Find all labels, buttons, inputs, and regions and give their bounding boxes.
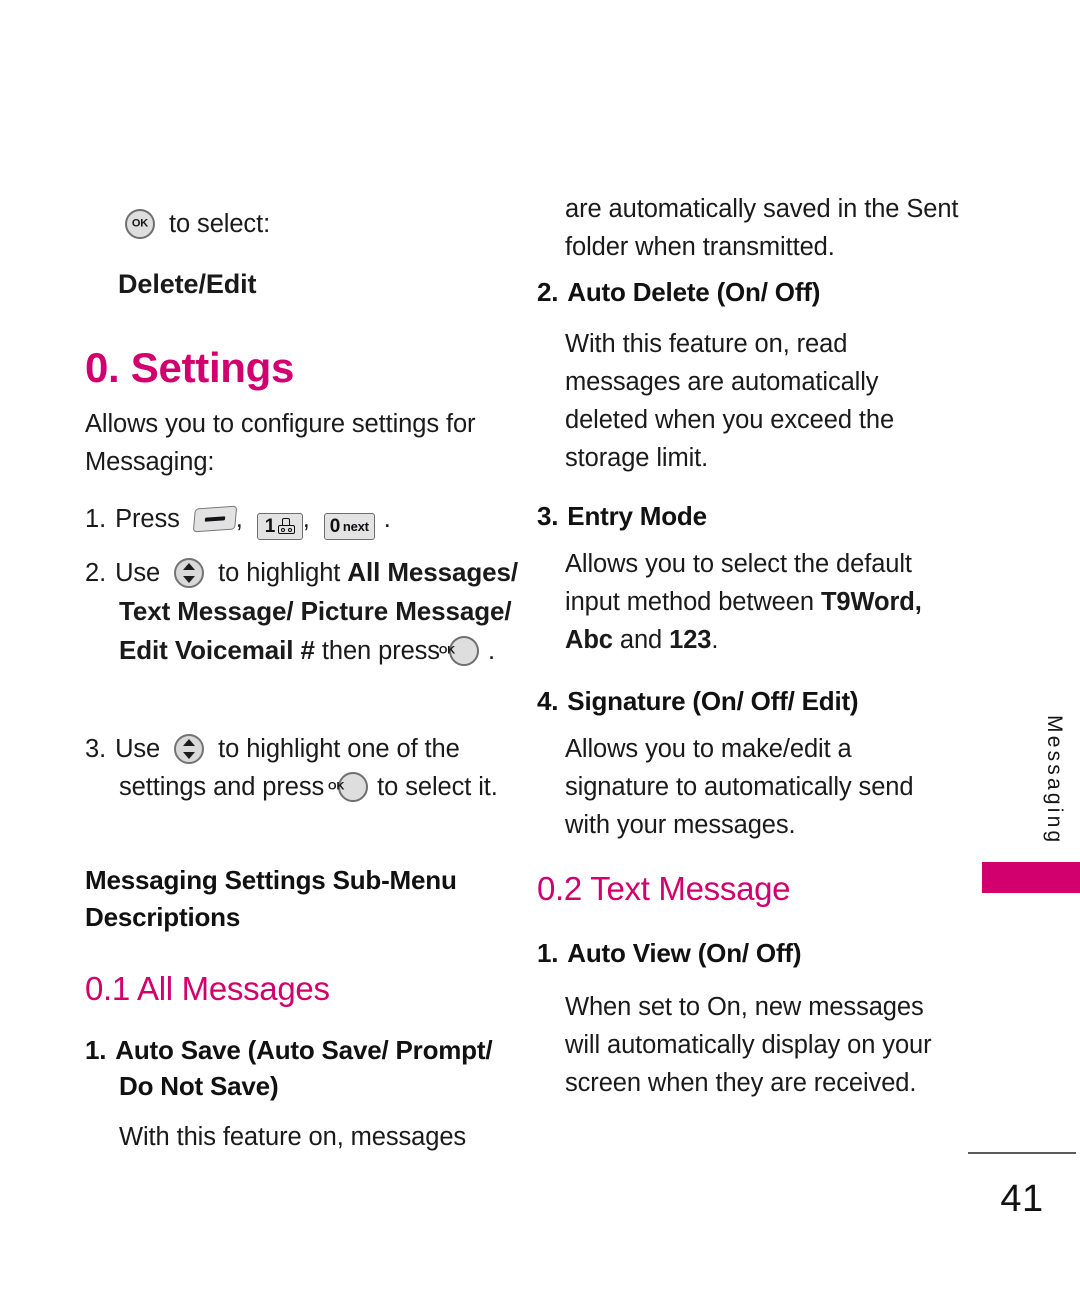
navigation-key-icon (174, 558, 205, 588)
item-3-body: Allows you to select the default input m… (565, 545, 965, 659)
item-5-title-row: 1. Auto View (On/ Off) (537, 935, 971, 971)
navigation-key-icon (174, 734, 205, 764)
step-2: 2. Use to highlight All Messages/ Text Mes… (85, 553, 539, 670)
step-2-period: . (487, 637, 495, 665)
key-0-next-icon: 0 next (323, 513, 375, 540)
item-5-title: Auto View (On/ Off) (567, 938, 802, 968)
key-0-label: next (342, 519, 369, 534)
item-1-number: 1. (85, 1035, 107, 1065)
key-1-digit: 1 (264, 516, 276, 537)
ok-key-icon (125, 209, 155, 239)
step-2-tail: then press (321, 637, 440, 665)
item-3-number: 3. (537, 501, 559, 531)
item-1-body: With this feature on, messages (119, 1123, 467, 1151)
voicemail-tape-icon (277, 518, 295, 535)
key-1-voicemail-icon: 1 (256, 513, 303, 540)
delete-edit-label: Delete/Edit (118, 269, 257, 299)
intro-select-line: to select: (125, 205, 505, 243)
item-3-bold-2: 123 (669, 626, 712, 654)
step-3: 3. Use to highlight one of the settings an… (85, 730, 509, 806)
item-4-number: 4. (537, 686, 559, 716)
item-3-body-mid: and (619, 626, 663, 654)
item-2-title-row: 2. Auto Delete (On/ Off) (537, 274, 971, 310)
step-3-tail: to select it. (377, 773, 498, 801)
step-1-number: 1. (85, 505, 107, 533)
item-3-title: Entry Mode (567, 501, 707, 531)
item-4-title-row: 4. Signature (On/ Off/ Edit) (537, 683, 971, 719)
footer-rule (968, 1152, 1076, 1154)
item-4-body: Allows you to make/edit a signature to a… (565, 735, 914, 839)
step-2-mid: to highlight (218, 559, 341, 587)
step-1-lead: Press (115, 505, 180, 533)
side-tab-marker (982, 862, 1080, 893)
side-tab-label: Messaging (1043, 715, 1066, 846)
item-3-body-end: . (711, 626, 719, 654)
left-soft-key-icon (192, 505, 238, 533)
item-2-number: 2. (537, 277, 559, 307)
key-0-digit: 0 (329, 516, 341, 537)
ok-key-icon (448, 636, 479, 666)
item-1-title: Auto Save (Auto Save/ Prompt/ Do Not Sav… (115, 1035, 493, 1101)
section-heading-settings: 0. Settings (85, 344, 295, 391)
item-5-number: 1. (537, 938, 559, 968)
item-2-body: With this feature on, read messages are … (565, 330, 895, 472)
step-1-comma-2: , (302, 505, 310, 533)
step-3-number: 3. (85, 735, 107, 763)
item-3-title-row: 3. Entry Mode (537, 498, 971, 534)
step-1-period: . (383, 505, 391, 533)
section-intro-text: Allows you to configure settings for Mes… (85, 410, 476, 476)
item-5-body: When set to On, new messages will automa… (565, 993, 932, 1097)
page-number: 41 (1000, 1178, 1044, 1220)
continuation-text: are automatically saved in the Sent fold… (565, 195, 959, 261)
intro-select-text: to select: (169, 210, 271, 238)
subsection-heading-text-message: 0.2 Text Message (537, 870, 791, 907)
manual-page: to select: Delete/Edit 0. Settings Allow… (0, 0, 1080, 1295)
step-2-number: 2. (85, 559, 107, 587)
submenu-heading: Messaging Settings Sub-Menu Descriptions (85, 865, 457, 932)
step-3-lead: Use (115, 735, 161, 763)
step-1: 1. Press, 1, 0 next. (85, 500, 505, 540)
ok-key-icon (338, 772, 369, 802)
step-2-lead: Use (115, 559, 161, 587)
subsection-heading-all-messages: 0.1 All Messages (85, 970, 330, 1007)
item-4-title: Signature (On/ Off/ Edit) (567, 686, 859, 716)
item-1-title-row: 1. Auto Save (Auto Save/ Prompt/ Do Not S… (85, 1032, 509, 1104)
item-2-title: Auto Delete (On/ Off) (567, 277, 821, 307)
